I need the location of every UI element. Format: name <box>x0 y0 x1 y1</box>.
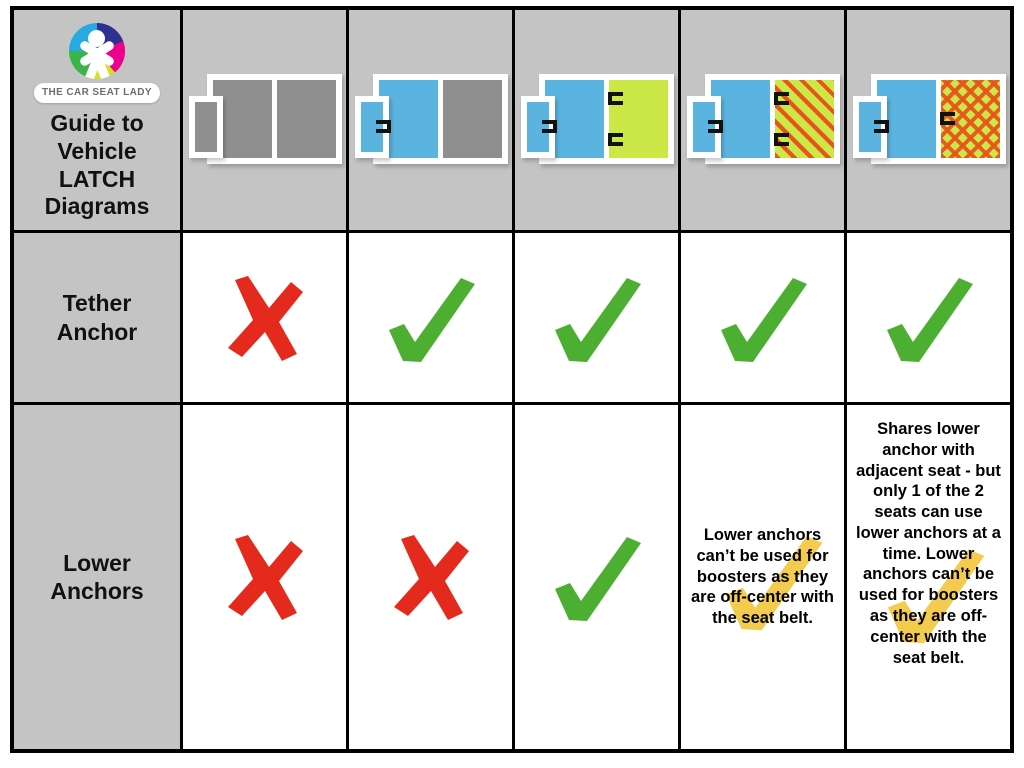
main-seat-card <box>538 74 674 164</box>
seat-right <box>442 80 502 158</box>
side-seat <box>194 102 217 152</box>
diagram-cell-3 <box>512 10 678 230</box>
page-title-line-3: LATCH <box>58 165 136 192</box>
red-x-icon <box>227 535 303 620</box>
page-title: Guide to Vehicle LATCH Diagrams <box>45 110 150 221</box>
lower-anchor-bracket-icon <box>773 92 789 105</box>
latch-comparison-table: THE CAR SEAT LADY Guide to Vehicle LATCH… <box>10 6 1014 753</box>
diagram-blue-anchor-green-two-anchors <box>520 74 674 166</box>
brand-block: THE CAR SEAT LADY Guide to Vehicle LATCH… <box>14 19 180 221</box>
page-title-line-1: Guide to <box>50 109 144 136</box>
car-seat-lady-logo-icon <box>69 22 125 79</box>
diagram-blue-anchor-gray <box>354 74 508 166</box>
seat-right <box>276 80 336 158</box>
diagram-cell-4 <box>678 10 844 230</box>
side-seat <box>360 102 391 152</box>
green-check-icon <box>554 537 641 621</box>
diagram-cell-5 <box>844 10 1010 230</box>
seat-right <box>939 80 1000 158</box>
diagram-blue-anchor-green-striped-two-anchors <box>686 74 840 166</box>
lower-cell-4: Lower anchors can’t be used for boosters… <box>678 405 844 749</box>
lower-anchor-bracket-icon <box>873 120 889 133</box>
tether-cell-5 <box>844 233 1010 402</box>
page-title-line-4: Diagrams <box>44 193 150 220</box>
red-x-icon <box>393 535 469 620</box>
green-check-icon <box>720 277 807 362</box>
lower-anchors-row: Lower Anchors Lower anchors can’t be use… <box>14 402 1010 749</box>
main-seat-card <box>372 74 508 164</box>
diagram-cell-2 <box>346 10 512 230</box>
side-seat <box>692 102 723 152</box>
lower-anchor-bracket-icon <box>375 120 391 133</box>
diagram-cell-1 <box>180 10 346 230</box>
lower-cell-2 <box>346 405 512 749</box>
lower-anchor-bracket-icon <box>607 92 623 105</box>
side-seat <box>526 102 557 152</box>
row-label-line-2: Anchor <box>56 318 138 345</box>
green-check-icon <box>886 277 973 362</box>
row-label-tether-anchor: Tether Anchor <box>14 233 180 402</box>
tether-anchor-row: Tether Anchor <box>14 230 1010 402</box>
row-label-line-1: Tether <box>62 290 132 317</box>
tether-cell-2 <box>346 233 512 402</box>
lower-anchor-note-5: Shares lower anchor with adjacent seat -… <box>856 420 1001 667</box>
side-seat-card <box>188 96 223 158</box>
lower-anchor-bracket-icon <box>607 133 623 146</box>
side-seat <box>858 102 889 152</box>
lower-anchor-bracket-icon <box>773 133 789 146</box>
brand-pill-label: THE CAR SEAT LADY <box>34 82 160 103</box>
main-seat-card <box>870 74 1006 164</box>
seat-right <box>607 80 668 158</box>
logo-body <box>78 39 116 79</box>
tether-cell-1 <box>180 233 346 402</box>
row-label-line-2: Anchors <box>50 578 144 604</box>
row-label-line-1: Lower <box>63 549 131 576</box>
main-seat-card <box>206 74 342 164</box>
lower-cell-5: Shares lower anchor with adjacent seat -… <box>844 405 1010 749</box>
latch-guide-page: THE CAR SEAT LADY Guide to Vehicle LATCH… <box>0 0 1024 768</box>
lower-anchor-bracket-icon <box>541 120 557 133</box>
side-seat-card <box>852 96 889 158</box>
tether-cell-3 <box>512 233 678 402</box>
diagram-gray-gray-no-anchors <box>188 74 342 166</box>
title-cell: THE CAR SEAT LADY Guide to Vehicle LATCH… <box>14 10 180 230</box>
main-seat-card <box>704 74 840 164</box>
lower-anchor-bracket-icon <box>939 112 955 125</box>
green-check-icon <box>554 277 641 362</box>
seat-right <box>773 80 834 158</box>
diagram-blue-anchor-green-diamond-shared-anchor <box>852 74 1006 166</box>
lower-cell-3 <box>512 405 678 749</box>
page-title-line-2: Vehicle <box>57 137 137 164</box>
lower-anchor-bracket-icon <box>707 120 723 133</box>
row-label-lower-anchors: Lower Anchors <box>14 405 180 749</box>
red-x-icon <box>227 275 303 361</box>
lower-cell-1 <box>180 405 346 749</box>
side-seat-card <box>354 96 391 158</box>
side-seat-card <box>520 96 557 158</box>
tether-cell-4 <box>678 233 844 402</box>
lower-anchor-note-4: Lower anchors can’t be used for boosters… <box>690 526 835 628</box>
green-check-icon <box>388 277 475 362</box>
table-header-row: THE CAR SEAT LADY Guide to Vehicle LATCH… <box>14 10 1010 230</box>
side-seat-card <box>686 96 723 158</box>
